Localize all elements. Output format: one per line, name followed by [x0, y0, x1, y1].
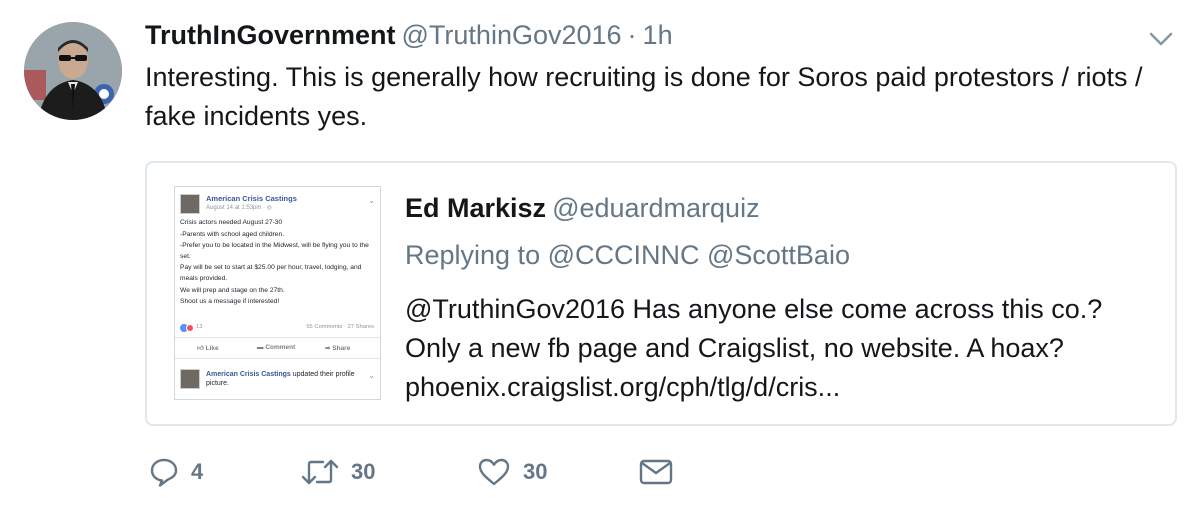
quoted-tweet-text: @TruthinGov2016 Has anyone else come acr…	[405, 290, 1165, 407]
retweet-button[interactable]: 30	[301, 452, 375, 492]
fb-second-post: American Crisis Castings updated their p…	[179, 369, 379, 399]
reply-count: 4	[191, 459, 204, 484]
direct-message-button[interactable]	[639, 452, 673, 492]
tweet-actions: 4 30 30	[145, 452, 705, 492]
retweet-icon	[301, 459, 339, 485]
fb-share-label: Share	[332, 345, 351, 352]
fb-comment-label: Comment	[265, 344, 296, 351]
quoted-display-name[interactable]: Ed Markisz	[405, 193, 546, 223]
fb-page-avatar	[180, 194, 200, 214]
fb-post-header: American Crisis Castings August 14 at 1:…	[179, 194, 379, 214]
reply-icon	[150, 458, 178, 487]
quoted-tweet-header: Ed Markisz @eduardmarquiz	[405, 193, 760, 224]
fb-line: -Prefer you to be located in the Midwest…	[180, 242, 369, 260]
fb-line: -Parents with school aged children.	[180, 230, 285, 238]
fb-post-body: Crisis actors needed August 27-30 -Paren…	[180, 218, 376, 309]
quoted-text-line: Only a new fb page and Craigslist, no we…	[405, 333, 1064, 363]
fb-share-action: ➦ Share	[325, 344, 350, 352]
replying-to: Replying to @CCCINNC @ScottBaio	[405, 240, 850, 270]
tweet-text: Interesting. This is generally how recru…	[145, 62, 1143, 131]
avatar-image	[24, 22, 122, 120]
envelope-icon	[639, 459, 673, 485]
display-name[interactable]: TruthInGovernment	[145, 20, 396, 50]
like-button[interactable]: 30	[477, 452, 547, 492]
avatar[interactable]	[24, 22, 122, 120]
fb-like-label: Like	[205, 345, 219, 352]
fb-comment-action: ▬ Comment	[257, 344, 295, 351]
fb-post-actions: 👍︎ Like ▬ Comment ➦ Share	[175, 337, 380, 359]
tweet-header: TruthInGovernment @TruthinGov2016 · 1h	[145, 20, 673, 54]
quoted-user-handle[interactable]: @eduardmarquiz	[552, 193, 760, 223]
fb-comments-shares: 55 Comments · 27 Shares	[306, 324, 374, 330]
fb-post-date: August 14 at 1:53pm · ◎	[206, 205, 272, 211]
timestamp[interactable]: 1h	[643, 20, 673, 50]
fb-chevron-icon: ⌄	[368, 196, 375, 205]
fb-line: Pay will be set to start at $25.00 per h…	[180, 264, 362, 282]
heart-icon	[478, 458, 510, 486]
quoted-text-line: @TruthinGov2016 Has anyone else come acr…	[405, 294, 1103, 324]
fb-line: Shoot us a message if interested!	[180, 298, 280, 306]
fb-line: We will prep and stage on the 27th.	[180, 286, 285, 294]
chevron-down-icon[interactable]	[1148, 30, 1174, 48]
fb-page-avatar	[180, 369, 200, 389]
quoted-tweet-card[interactable]: American Crisis Castings August 14 at 1:…	[145, 161, 1177, 426]
fb-like-action: 👍︎ Like	[197, 344, 219, 352]
quoted-tweet-media[interactable]: American Crisis Castings August 14 at 1:…	[174, 186, 381, 400]
fb-thumb-icon: 👍︎	[197, 345, 206, 352]
retweet-count: 30	[351, 459, 376, 484]
fb-page-name: American Crisis Castings	[206, 194, 297, 203]
reply-button[interactable]: 4	[149, 452, 203, 492]
fb-chevron-icon: ⌄	[368, 371, 375, 380]
fb-second-post-name: American Crisis Castings	[206, 371, 291, 378]
like-count: 30	[523, 459, 548, 484]
fb-post-stats: 13 55 Comments · 27 Shares	[180, 323, 376, 335]
separator-dot: ·	[627, 20, 637, 50]
fb-reaction-count: 13	[196, 324, 203, 330]
fb-line: Crisis actors needed August 27-30	[180, 219, 283, 226]
quoted-link[interactable]: phoenix.craigslist.org/cph/tlg/d/cris...	[405, 368, 1165, 407]
user-handle[interactable]: @TruthinGov2016	[402, 20, 622, 50]
fb-second-post-text: American Crisis Castings updated their p…	[206, 370, 366, 388]
